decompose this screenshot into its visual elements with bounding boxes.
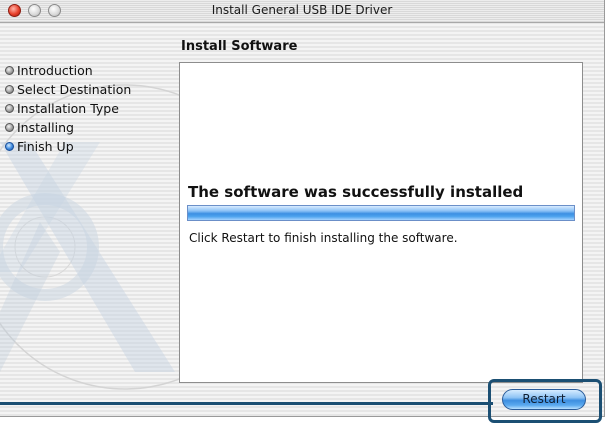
step-installation-type: Installation Type: [5, 99, 131, 118]
success-heading: The software was successfully installed: [188, 183, 524, 201]
progress-bar: [187, 205, 575, 221]
step-label: Introduction: [17, 63, 93, 78]
instruction-text: Click Restart to finish installing the s…: [189, 231, 458, 245]
installer-window: Install General USB IDE Driver Install S…: [0, 0, 605, 417]
progress-fill: [188, 206, 574, 220]
content-panel: The software was successfully installed …: [179, 62, 583, 383]
step-finish-up: Finish Up: [5, 137, 131, 156]
current-step-bullet-icon: [5, 142, 14, 151]
step-label: Finish Up: [17, 139, 74, 154]
bullet-icon: [5, 66, 14, 75]
bullet-icon: [5, 104, 14, 113]
installer-steps: Introduction Select Destination Installa…: [5, 61, 131, 156]
page: Install General USB IDE Driver Install S…: [0, 0, 608, 427]
step-label: Installing: [17, 120, 74, 135]
title-bar[interactable]: Install General USB IDE Driver: [0, 0, 604, 23]
callout-line: [0, 402, 493, 405]
step-introduction: Introduction: [5, 61, 131, 80]
step-label: Select Destination: [17, 82, 132, 97]
page-title: Install Software: [181, 39, 298, 54]
step-label: Installation Type: [17, 101, 119, 116]
step-select-destination: Select Destination: [5, 80, 131, 99]
window-title: Install General USB IDE Driver: [211, 3, 393, 17]
step-installing: Installing: [5, 118, 131, 137]
restart-button[interactable]: Restart: [502, 389, 586, 410]
bullet-icon: [5, 85, 14, 94]
bullet-icon: [5, 123, 14, 132]
